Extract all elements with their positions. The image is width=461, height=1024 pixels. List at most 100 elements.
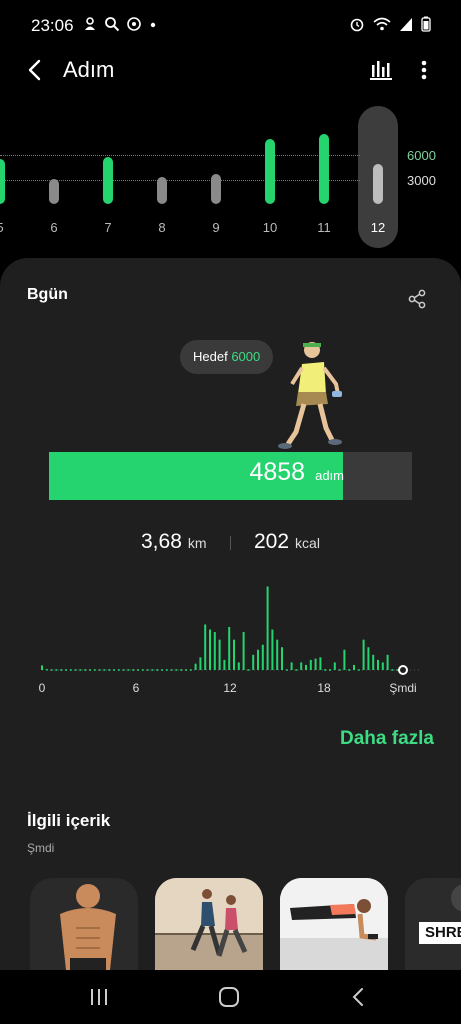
hour-bar [74,669,77,671]
hour-tick-label: 12 [223,681,237,695]
signal-icon [400,18,412,31]
hour-bar [45,668,48,671]
page-title: Adım [63,57,115,82]
more-vert-icon[interactable] [414,56,434,84]
hour-bar [93,669,96,671]
hour-bar [333,662,336,670]
hour-bar [65,669,67,671]
hour-bar [199,657,202,670]
hour-bar [146,669,149,671]
sync-icon [127,17,141,31]
home-icon[interactable] [214,984,244,1010]
hour-bar [55,669,58,671]
related-content-list: SHRE [0,878,461,970]
status-bar: 23:06 [0,0,461,52]
hour-bar [348,669,351,671]
hour-bar [117,669,120,671]
hour-bar [156,669,159,671]
daily-steps-chart: 6000 3000 5 6 7 8 9 10 11 12 [0,100,461,248]
goal-value: 6000 [231,349,261,364]
day-bar-11[interactable] [319,134,329,204]
day-bar-9[interactable] [211,174,221,204]
day-bar-8[interactable] [157,176,167,204]
running-thumbnail[interactable] [155,878,263,970]
hour-bar [60,669,63,671]
hour-bar [98,669,101,671]
calories-value: 202 [254,530,290,553]
target-line-high [0,155,360,156]
day-bar-7[interactable] [103,156,113,204]
hour-bar [314,658,317,670]
day-bar-5[interactable] [0,159,5,204]
hour-bar [50,669,53,671]
hour-bar [319,657,322,670]
hour-bar [79,669,82,671]
plank-image [280,878,388,970]
hour-bar [141,669,144,671]
hour-bar [84,669,87,671]
hour-bar [113,669,115,671]
hour-bar [204,624,207,670]
hour-bar [108,669,111,671]
stats-row: 3,68 km 202 kcal [0,530,461,560]
day-bar-6[interactable] [49,179,59,204]
hour-bar [122,669,125,671]
search-icon [105,17,120,32]
hour-bar [381,662,384,670]
now-marker [398,665,408,675]
calories-unit: kcal [295,535,320,551]
battery-icon [421,16,431,32]
hour-tick-label: 18 [317,681,331,695]
calories-stat: 202 kcal [254,530,320,554]
related-subtitle: Şmdi [27,841,55,855]
hour-bar [295,669,298,671]
day-bar-10[interactable] [265,139,275,204]
alarm-icon [350,18,364,32]
hour-bar [329,669,331,671]
shred-thumbnail[interactable]: SHRE [405,878,461,970]
hour-tick-label: 0 [39,681,46,695]
hour-bar [165,669,168,671]
hour-bar [343,649,346,670]
back-icon[interactable] [344,984,374,1010]
target-label-high: 6000 [407,148,436,163]
steps-progress-bar: 4858 adım [49,452,412,500]
hour-bar [357,669,360,671]
back-arrow-icon[interactable] [22,56,50,84]
hour-bar [367,647,370,670]
hour-bar [218,639,221,670]
today-card: Bgün Hedef 6000 4858 adım 3,68 km 202 kc… [0,258,461,970]
day-label-8: 8 [158,220,166,235]
fitness-thumbnail[interactable] [30,878,138,970]
day-bar-12[interactable] [373,164,383,204]
hour-bar [41,665,43,670]
hour-bar [353,664,355,670]
hour-bar [324,669,327,671]
hour-bar [257,649,259,670]
hour-bar [305,664,307,670]
hour-bar [252,654,255,670]
recent-apps-icon[interactable] [84,984,114,1010]
day-label-10: 10 [262,220,278,235]
hour-bar [185,669,187,671]
day-label-7: 7 [104,220,112,235]
shred-banner-text: SHRE [425,924,461,941]
goal-label: Hedef [193,349,228,364]
system-nav-bar [0,970,461,1024]
status-time: 23:06 [31,16,74,35]
hour-bar [396,669,399,671]
hour-bar [377,659,379,670]
hour-bar [271,629,274,670]
bar-chart-icon[interactable] [368,56,394,82]
more-link[interactable]: Daha fazla [340,728,434,750]
day-label-11: 11 [317,220,331,235]
hourly-steps-chart: 0 6 12 18 Şmdi [39,586,420,695]
plank-thumbnail[interactable] [280,878,388,970]
distance-unit: km [187,535,207,551]
hour-bar [151,669,154,671]
share-icon[interactable] [406,288,428,310]
day-label-12: 12 [370,220,386,235]
hour-bar [237,662,240,670]
hour-bar [281,647,283,670]
hour-bar [247,669,250,671]
